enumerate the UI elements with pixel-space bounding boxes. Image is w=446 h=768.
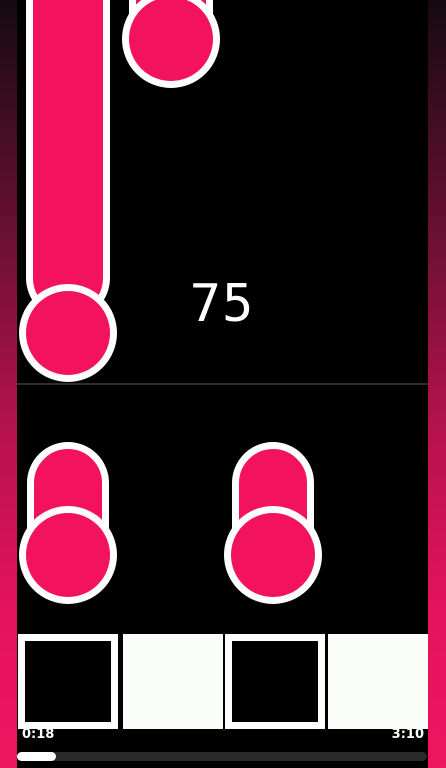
hold-note-lane-3-head[interactable] xyxy=(224,506,322,604)
elapsed-time: 0:18 xyxy=(22,727,55,742)
hold-note-lane-1b-head[interactable] xyxy=(19,506,117,604)
hit-line xyxy=(17,383,428,385)
key-pad-lane-4[interactable] xyxy=(328,634,428,729)
score-counter: 75 xyxy=(189,274,255,334)
right-side-rail xyxy=(428,0,446,768)
key-pad-lane-2[interactable] xyxy=(123,634,223,729)
hold-note-lane-1-body xyxy=(26,0,110,320)
key-pad-lane-3[interactable] xyxy=(225,634,325,729)
left-side-rail xyxy=(0,0,17,768)
total-time: 3:10 xyxy=(391,727,424,742)
hold-note-lane-1-head[interactable] xyxy=(19,284,117,382)
game-screen: 75 0:18 3:10 xyxy=(0,0,446,768)
song-progress-bar[interactable] xyxy=(17,752,427,761)
key-pad-row xyxy=(18,634,428,729)
key-pad-lane-1[interactable] xyxy=(18,634,118,729)
song-progress-fill xyxy=(17,752,56,761)
